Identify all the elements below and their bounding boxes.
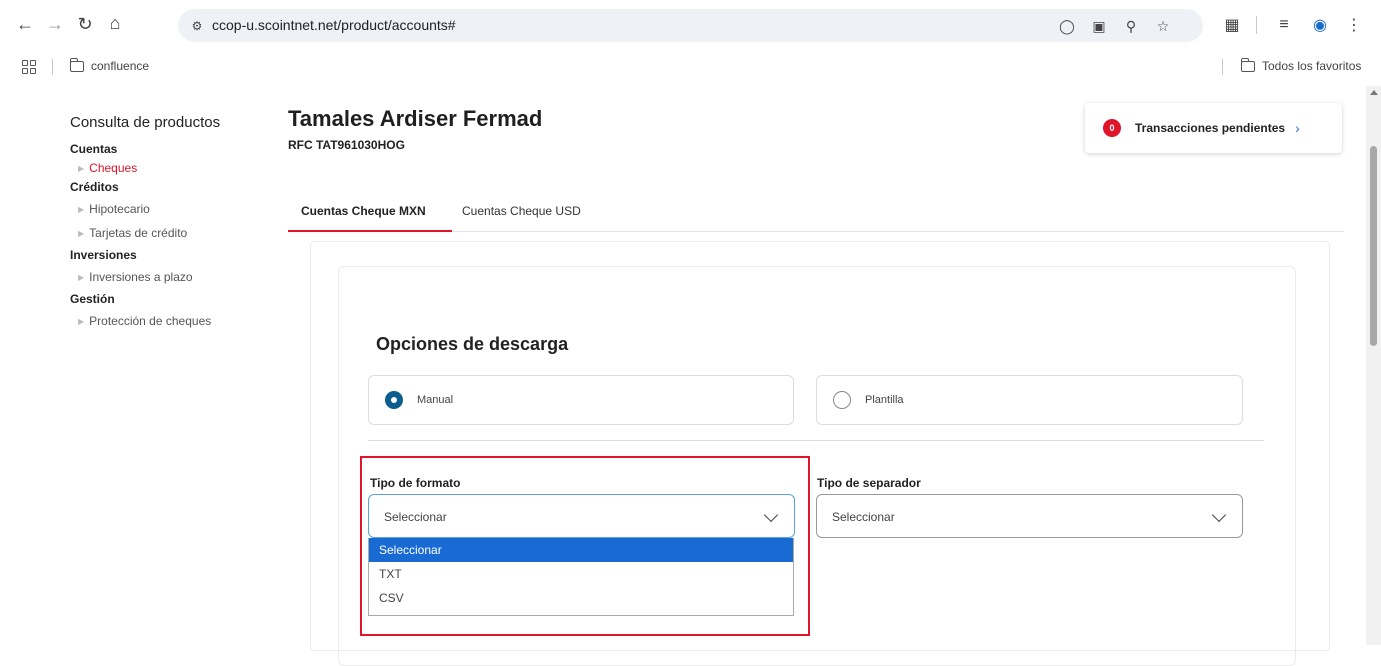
sidebar-title: Consulta de productos (70, 114, 221, 131)
sidebar-section-gestion: Gestión (70, 292, 115, 306)
sidebar-item-label: Inversiones a plazo (89, 270, 193, 284)
active-tab-indicator (288, 230, 452, 232)
url-text[interactable]: ccop-u.scointnet.net/product/accounts# (212, 17, 456, 33)
sidebar-item-proteccion[interactable]: ▶ Protección de cheques (70, 309, 270, 333)
triangle-icon: ▶ (78, 228, 85, 238)
customer-name: Tamales Ardiser Fermad (288, 106, 543, 131)
site-info-icon[interactable]: ⚙ (186, 15, 208, 37)
address-bar[interactable]: ⚙ ccop-u.scointnet.net/product/accounts#… (178, 9, 1203, 42)
sidebar-section-creditos: Créditos (70, 180, 119, 194)
page-content: Consulta de productos Cuentas ▶ Cheques C… (8, 86, 1366, 666)
back-icon[interactable]: ← (14, 13, 36, 35)
radio-manual[interactable]: Manual (368, 375, 794, 425)
sidebar-item-tarjetas[interactable]: ▶ Tarjetas de crédito (70, 221, 270, 245)
bookmarks-divider (52, 59, 53, 75)
sidebar-item-label: Cheques (89, 161, 138, 175)
separator-type-select[interactable]: Seleccionar (816, 494, 1243, 538)
tab-cheque-usd[interactable]: Cuentas Cheque USD (462, 204, 581, 218)
chevron-down-icon (1211, 507, 1227, 523)
sidebar-section-cuentas: Cuentas (70, 142, 118, 156)
radio-plantilla-label: Plantilla (865, 394, 904, 406)
pending-count-badge: 0 (1103, 119, 1121, 137)
sidebar-nav: Consulta de productos Cuentas ▶ Cheques C… (70, 114, 270, 333)
radio-plantilla[interactable]: Plantilla (816, 375, 1243, 425)
radio-unchecked-icon[interactable] (833, 391, 851, 409)
download-options-title: Opciones de descarga (376, 334, 569, 354)
bookmark-label: confluence (91, 59, 150, 73)
bookmark-star-icon[interactable]: ☆ (1152, 15, 1174, 37)
sidebar-item-cheques[interactable]: ▶ Cheques (70, 159, 270, 177)
radio-checked-icon[interactable] (385, 391, 403, 409)
bookmark-confluence[interactable]: confluence (69, 57, 150, 73)
triangle-icon: ▶ (78, 272, 85, 282)
annotation-highlight-box (360, 456, 810, 636)
chevron-right-icon: › (1295, 120, 1300, 136)
extensions-icon[interactable]: ▦ (1220, 13, 1244, 37)
browser-toolbar: ← → ↻ ⌂ ⚙ ccop-u.scointnet.net/product/a… (0, 0, 1381, 50)
all-bookmarks-label: Todos los favoritos (1262, 59, 1362, 73)
triangle-icon: ▶ (78, 163, 85, 173)
customer-rfc: RFC TAT961030HOG (288, 138, 405, 152)
pending-transactions-button[interactable]: 0 Transacciones pendientes › (1085, 103, 1342, 153)
reload-icon[interactable]: ↻ (74, 13, 96, 35)
translate-icon[interactable]: ▣ (1088, 15, 1110, 37)
sidebar-section-inversiones: Inversiones (70, 248, 137, 262)
radio-manual-label: Manual (417, 394, 454, 406)
forward-icon[interactable]: → (44, 13, 66, 35)
sidebar-item-label: Protección de cheques (89, 314, 212, 328)
triangle-icon: ▶ (78, 204, 85, 214)
pending-label: Transacciones pendientes (1135, 121, 1286, 135)
account-tabs: Cuentas Cheque MXN Cuentas Cheque USD (288, 186, 1344, 232)
section-divider (368, 440, 1264, 441)
separator-type-label: Tipo de separador (817, 476, 921, 490)
sidebar-item-hipotecario[interactable]: ▶ Hipotecario (70, 197, 270, 221)
bookmarks-divider-right (1222, 59, 1223, 75)
sidebar-item-label: Hipotecario (89, 202, 150, 216)
scroll-up-icon[interactable] (1370, 90, 1378, 95)
triangle-icon: ▶ (78, 316, 85, 326)
apps-icon[interactable] (22, 60, 36, 74)
separator-type-value: Seleccionar (832, 510, 895, 524)
sidebar-item-inversiones-plazo[interactable]: ▶ Inversiones a plazo (70, 265, 270, 289)
all-bookmarks[interactable]: Todos los favoritos (1240, 57, 1362, 73)
toolbar-divider (1256, 16, 1257, 34)
zoom-icon[interactable]: ⚲ (1120, 15, 1142, 37)
tab-cheque-mxn[interactable]: Cuentas Cheque MXN (301, 204, 426, 218)
sidebar-item-label: Tarjetas de crédito (89, 226, 188, 240)
menu-icon[interactable]: ⋮ (1342, 13, 1366, 37)
home-icon[interactable]: ⌂ (104, 12, 126, 34)
profile-icon[interactable]: ◉ (1308, 13, 1332, 37)
folder-icon (1240, 57, 1255, 72)
page-scrollbar[interactable] (1366, 86, 1381, 645)
scrollbar-thumb[interactable] (1370, 146, 1377, 346)
reading-list-icon[interactable]: ≡ (1272, 13, 1296, 37)
folder-icon (69, 57, 84, 72)
location-icon[interactable]: ◯ (1056, 15, 1078, 37)
bookmarks-bar: confluence Todos los favoritos (0, 52, 1381, 82)
